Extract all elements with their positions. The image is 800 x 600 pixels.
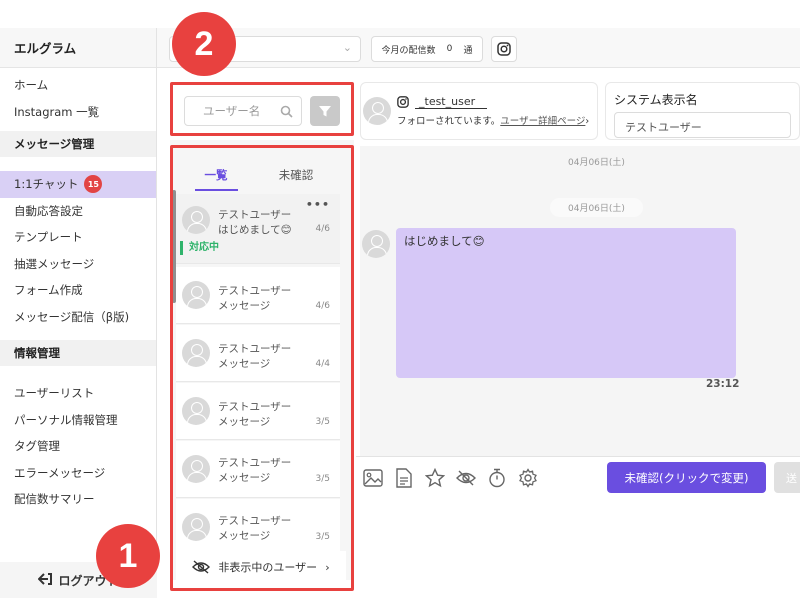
highlight-box-search	[170, 82, 354, 136]
message-bubble: はじめまして😊	[396, 228, 736, 378]
composer-toolbar	[362, 467, 539, 489]
sidebar-group-info: 情報管理	[0, 340, 156, 366]
unread-count-badge: 15	[84, 175, 103, 194]
timer-icon[interactable]	[486, 467, 508, 489]
sidebar-item-label: 1:1チャット	[14, 177, 79, 192]
instagram-icon	[497, 42, 511, 56]
delivery-label: 今月の配信数	[381, 45, 436, 56]
sidebar-item-home[interactable]: ホーム	[0, 72, 156, 99]
callout-number-1: 1	[96, 524, 160, 588]
system-display-name: システム表示名 テストユーザー	[605, 82, 800, 140]
logout-icon	[38, 572, 53, 588]
unread-toggle-button[interactable]: 未確認(クリックで変更)	[607, 462, 766, 493]
sidebar-item-broadcast[interactable]: メッセージ配信（β版)	[0, 304, 156, 331]
sidebar-group-message: メッセージ管理	[0, 131, 156, 157]
chat-area: 04月06日(土) 04月06日(土) はじめまして😊 23:12	[360, 146, 800, 456]
sidebar-item-chat[interactable]: 1:1チャット 15	[0, 171, 156, 198]
system-name-label: システム表示名	[614, 93, 698, 107]
sidebar-item-auto-reply[interactable]: 自動応答設定	[0, 198, 156, 225]
highlight-box-list	[170, 145, 354, 591]
instagram-handle: _test_user	[415, 95, 488, 109]
sidebar-item-personal-info[interactable]: パーソナル情報管理	[0, 407, 156, 434]
gear-icon[interactable]	[517, 467, 539, 489]
send-button[interactable]: 送	[774, 462, 800, 493]
composer: 未確認(クリックで変更) 送	[356, 456, 800, 580]
instagram-handle-row: _test_user	[397, 95, 488, 109]
user-detail-link[interactable]: ユーザー詳細ページ	[500, 116, 585, 127]
document-icon[interactable]	[393, 467, 415, 489]
eye-off-icon[interactable]	[455, 467, 477, 489]
chevron-down-icon: ⌄	[342, 41, 352, 54]
sidebar: エルグラム ホーム Instagram 一覧 メッセージ管理 1:1チャット 1…	[0, 28, 157, 598]
monthly-delivery-count: 今月の配信数 0 通	[371, 36, 483, 62]
system-name-input[interactable]: テストユーザー	[614, 112, 791, 138]
sidebar-item-tags[interactable]: タグ管理	[0, 433, 156, 460]
delivery-unit: 通	[463, 45, 473, 56]
avatar	[362, 230, 390, 258]
instagram-button[interactable]	[491, 36, 517, 62]
sidebar-item-form[interactable]: フォーム作成	[0, 277, 156, 304]
message-time: 23:12	[706, 378, 740, 390]
sidebar-item-user-list[interactable]: ユーザーリスト	[0, 380, 156, 407]
image-icon[interactable]	[362, 467, 384, 489]
sidebar-item-lottery[interactable]: 抽選メッセージ	[0, 251, 156, 278]
sidebar-item-delivery-summary[interactable]: 配信数サマリー	[0, 486, 156, 513]
avatar	[363, 97, 391, 125]
follow-status: フォローされています。ユーザー詳細ページ›	[397, 113, 589, 127]
instagram-icon	[397, 96, 409, 108]
top-bar: ⌄ 今月の配信数 0 通	[157, 28, 800, 68]
star-icon[interactable]	[424, 467, 446, 489]
delivery-count: 0	[446, 44, 453, 54]
app-brand: エルグラム	[0, 28, 156, 68]
date-divider: 04月06日(土)	[550, 198, 643, 217]
callout-number-2: 2	[172, 12, 236, 76]
sidebar-item-instagram-list[interactable]: Instagram 一覧	[0, 99, 156, 126]
date-divider: 04月06日(土)	[568, 158, 625, 168]
sidebar-item-error-message[interactable]: エラーメッセージ	[0, 460, 156, 487]
follow-text: フォローされています。	[397, 116, 501, 127]
sidebar-item-template[interactable]: テンプレート	[0, 224, 156, 251]
chevron-right-icon: ›	[585, 116, 590, 127]
chat-user-card: _test_user フォローされています。ユーザー詳細ページ›	[360, 82, 598, 140]
